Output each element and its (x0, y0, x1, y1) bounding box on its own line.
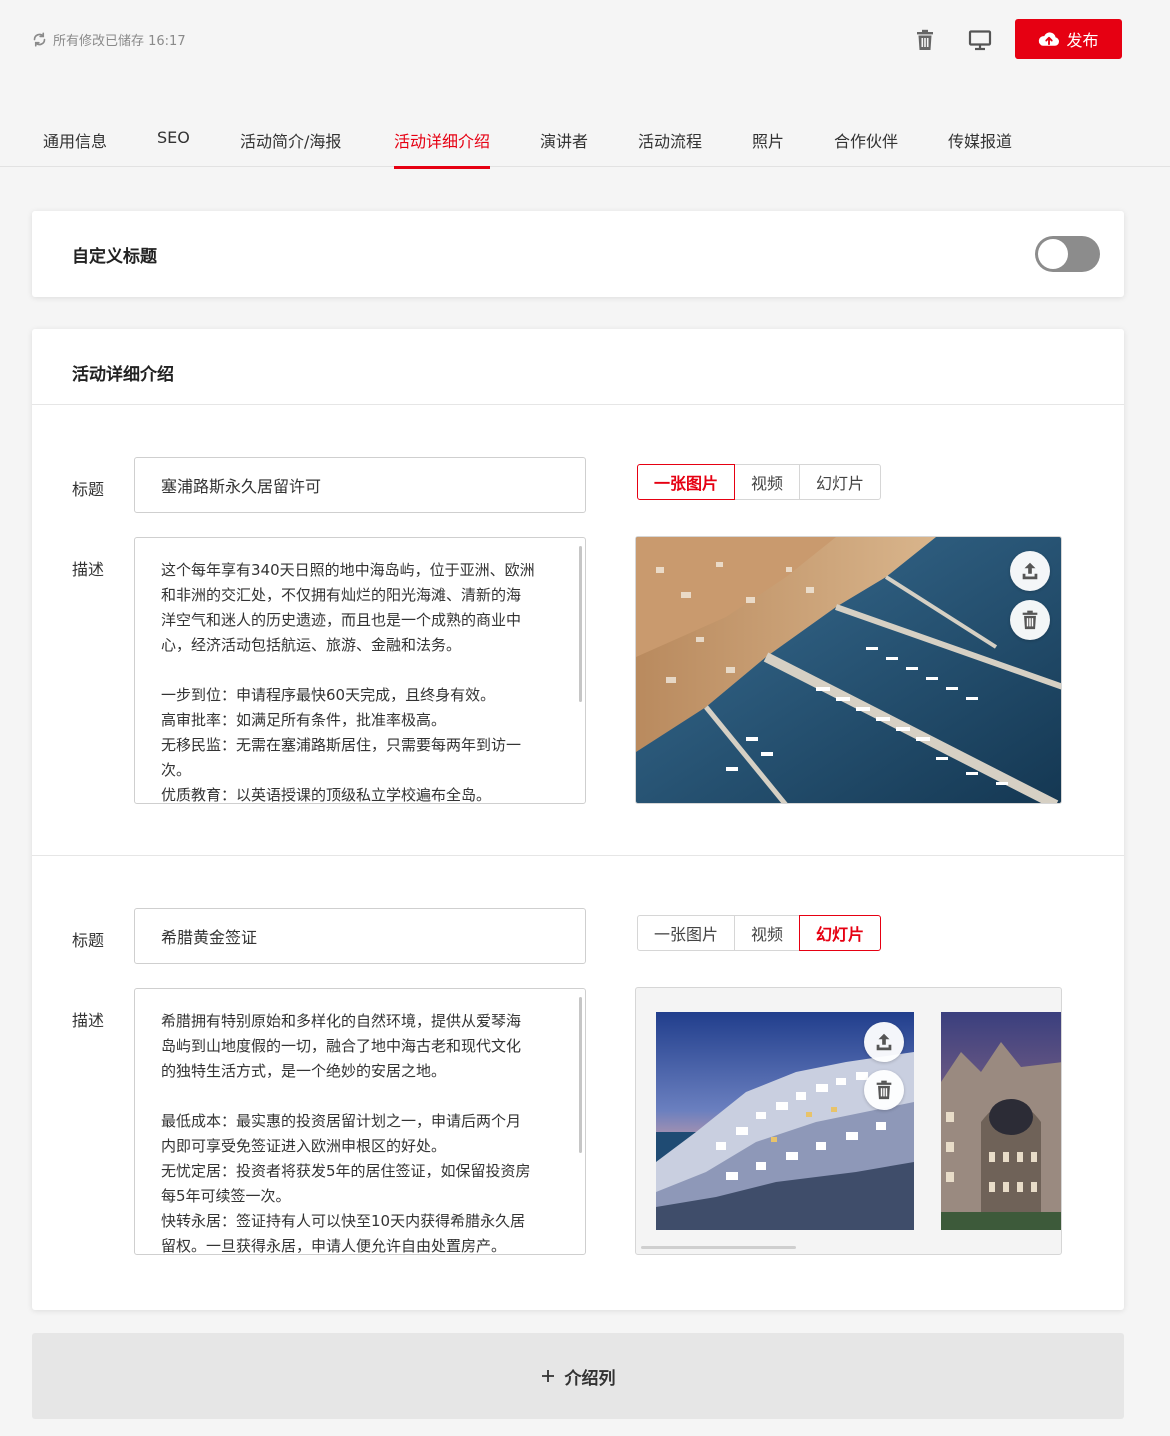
textarea-scrollbar[interactable] (579, 997, 582, 1153)
media-tab-single-image[interactable]: 一张图片 (637, 464, 736, 500)
item-1-image-preview (635, 536, 1062, 804)
custom-title-card: 自定义标题 (32, 211, 1124, 297)
slide-1-upload-button[interactable] (864, 1022, 904, 1062)
plus-icon (541, 1370, 554, 1382)
preview-button[interactable] (966, 26, 994, 54)
add-intro-column-label: 介绍列 (564, 1368, 616, 1389)
trash-icon (1022, 610, 1038, 630)
save-status: 所有修改已储存 16:17 (32, 30, 186, 49)
item-1-media-type-tabs: 一张图片 视频 幻灯片 (637, 464, 882, 500)
description-line: 留权。一旦获得永居，申请人便允许自由处置房产。 (161, 1237, 507, 1255)
upload-icon (1022, 562, 1038, 580)
sync-icon (33, 32, 46, 47)
description-line: 洋空气和迷人的历史遗迹，而且也是一个成熟的商业中 (161, 611, 522, 629)
description-line: 每5年可续签一次。 (161, 1187, 291, 1205)
media-tab-video[interactable]: 视频 (734, 915, 801, 951)
tab-speakers[interactable]: 演讲者 (540, 128, 588, 166)
delete-page-button[interactable] (911, 26, 939, 54)
harbor-photo (636, 537, 1061, 803)
save-status-text: 所有修改已储存 16:17 (53, 34, 186, 49)
media-tab-slideshow[interactable]: 幻灯片 (799, 915, 882, 951)
item-2-description-textarea[interactable]: 希腊拥有特别原始和多样化的自然环境，提供从爱琴海 岛屿到山地度假的一切，融合了地… (134, 988, 586, 1255)
description-line: 心，经济活动包括航运、旅游、金融和法务。 (161, 636, 462, 654)
description-line: 希腊拥有特别原始和多样化的自然环境，提供从爱琴海 (161, 1012, 522, 1030)
custom-title-label: 自定义标题 (72, 247, 157, 267)
tab-media-coverage[interactable]: 传媒报道 (948, 128, 1012, 166)
item-1-upload-button[interactable] (1010, 551, 1050, 591)
description-label: 描述 (72, 560, 105, 579)
cloud-upload-icon (1039, 32, 1060, 46)
custom-title-toggle[interactable] (1035, 236, 1100, 272)
description-line: 无移民监：无需在塞浦路斯居住，只需要每两年到访一 (161, 736, 522, 754)
details-card: 活动详细介绍 标题 塞浦路斯永久居留许可 描述 这个每年享有340天日照的地中海… (32, 329, 1124, 1310)
trash-icon (876, 1080, 892, 1100)
textarea-scrollbar[interactable] (579, 546, 582, 702)
upload-icon (876, 1033, 892, 1051)
monitor-icon (968, 30, 992, 51)
media-tab-slideshow[interactable]: 幻灯片 (799, 464, 882, 500)
title-label: 标题 (72, 931, 105, 950)
description-line: 的独特生活方式，是一个绝妙的安居之地。 (161, 1062, 447, 1080)
publish-button[interactable]: 发布 (1015, 19, 1122, 59)
description-line: 高审批率：如满足所有条件，批准率极高。 (161, 711, 447, 729)
trash-icon (917, 29, 933, 50)
description-line: 这个每年享有340天日照的地中海岛屿，位于亚洲、欧洲 (161, 561, 535, 579)
slide-1-delete-button[interactable] (864, 1070, 904, 1110)
description-label: 描述 (72, 1011, 105, 1030)
item-1-description-textarea[interactable]: 这个每年享有340天日照的地中海岛屿，位于亚洲、欧洲 和非洲的交汇处，不仅拥有灿… (134, 537, 586, 804)
tab-summary-poster[interactable]: 活动简介/海报 (240, 128, 341, 166)
description-line: 和非洲的交汇处，不仅拥有灿烂的阳光海滩、清新的海 (161, 586, 522, 604)
details-section-title: 活动详细介绍 (72, 365, 174, 385)
tab-general[interactable]: 通用信息 (43, 128, 107, 166)
description-line (161, 1084, 559, 1109)
description-line: 快转永居：签证持有人可以快至10天内获得希腊永久居 (161, 1212, 526, 1230)
slide-2-photo[interactable] (941, 1012, 1062, 1230)
publish-label: 发布 (1066, 31, 1099, 50)
slideshow-scrollbar[interactable] (641, 1246, 796, 1249)
tab-seo[interactable]: SEO (157, 128, 190, 161)
description-line: 最低成本：最实惠的投资居留计划之一，申请后两个月 (161, 1112, 522, 1130)
tab-details[interactable]: 活动详细介绍 (394, 128, 491, 169)
tab-agenda[interactable]: 活动流程 (638, 128, 702, 166)
description-line: 无忧定居：投资者将获发5年的居住签证，如保留投资房 (161, 1162, 531, 1180)
item-2-media-type-tabs: 一张图片 视频 幻灯片 (637, 915, 882, 951)
item-1-delete-image-button[interactable] (1010, 600, 1050, 640)
add-intro-column-button[interactable]: 介绍列 (32, 1333, 1124, 1419)
media-tab-video[interactable]: 视频 (734, 464, 801, 500)
tab-partners[interactable]: 合作伙伴 (834, 128, 898, 166)
description-line: 优质教育：以英语授课的顶级私立学校遍布全岛。 (161, 786, 492, 804)
media-tab-single-image[interactable]: 一张图片 (637, 915, 736, 951)
top-bar: 所有修改已储存 16:17 发布 通用信息 SEO 活动简介/海报 活动详细介绍… (0, 0, 1170, 169)
toggle-knob (1038, 239, 1068, 269)
section-tabs: 通用信息 SEO 活动简介/海报 活动详细介绍 演讲者 活动流程 照片 合作伙伴… (0, 118, 1170, 169)
item-1-title-input[interactable]: 塞浦路斯永久居留许可 (134, 457, 586, 513)
description-line: 内即可享受免签证进入欧洲申根区的好处。 (161, 1137, 447, 1155)
description-line: 一步到位：申请程序最快60天完成，且终身有效。 (161, 686, 496, 704)
section-divider (32, 404, 1124, 405)
description-line (161, 658, 559, 683)
title-label: 标题 (72, 480, 105, 499)
item-2-title-input[interactable]: 希腊黄金签证 (134, 908, 586, 964)
item-divider (32, 855, 1124, 856)
description-line: 岛屿到山地度假的一切，融合了地中海古老和现代文化 (161, 1037, 522, 1055)
tab-photos[interactable]: 照片 (752, 128, 784, 166)
item-2-slideshow-preview (635, 987, 1062, 1255)
description-line: 次。 (161, 761, 192, 779)
